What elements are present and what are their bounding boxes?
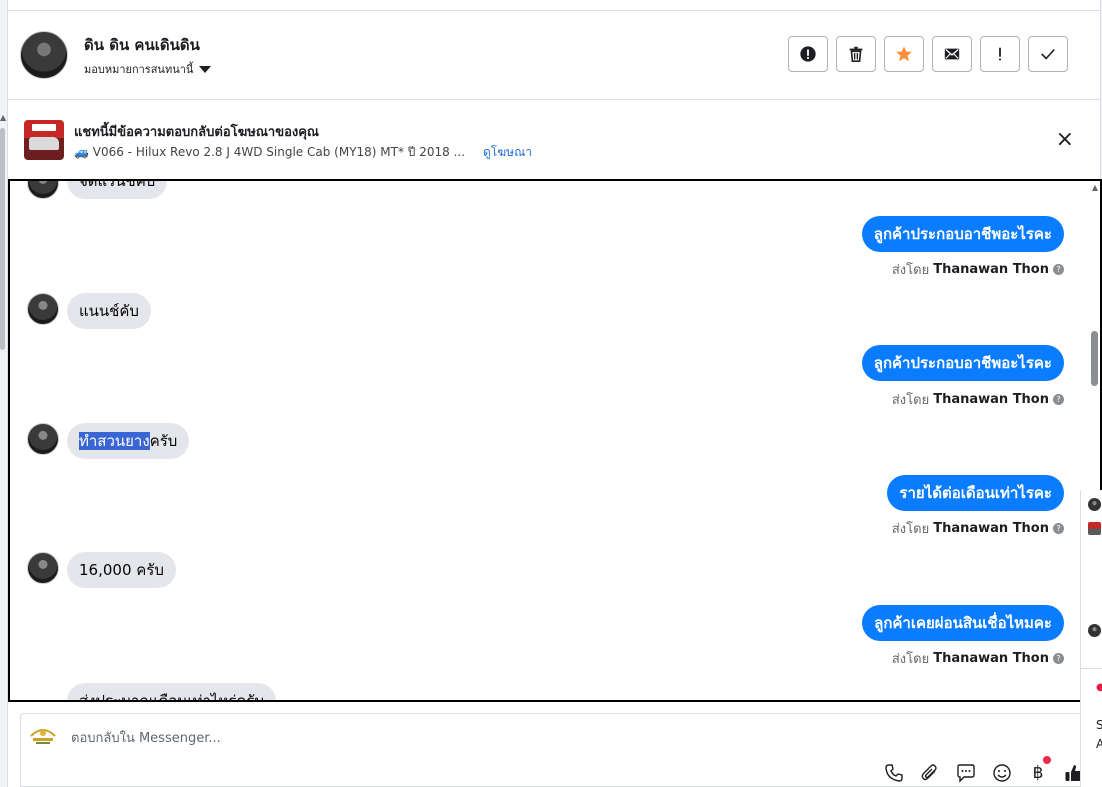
view-ad-link[interactable]: ดูโฆษณา [483,143,532,162]
emoji-button[interactable] [991,762,1013,784]
side-text-a: A [1096,737,1102,751]
star-button[interactable] [884,36,924,72]
incoming-message[interactable]: จัดแรนช์คับ [67,181,168,199]
composer-tools: ฿ [883,756,1085,784]
ad-description: 🚙 V066 - Hilux Revo 2.8 J 4WD Single Cab… [74,145,466,159]
contact-avatar[interactable] [20,31,68,79]
sent-by-name[interactable]: Thanawan Thon [933,392,1049,407]
message-text: ครับ [149,432,178,450]
side-avatar[interactable] [1088,624,1101,637]
delete-button[interactable] [836,36,876,72]
notification-dot [1043,756,1051,764]
important-icon [999,47,1001,61]
sent-by-name[interactable]: Thanawan Thon [933,651,1049,666]
sent-by-name[interactable]: Thanawan Thon [933,262,1049,277]
smile-icon [993,764,1011,782]
sent-by-prefix: ส่งโดย [891,522,930,537]
phone-icon [885,764,903,782]
mark-unread-button[interactable] [932,36,972,72]
sent-by-label: ส่งโดย Thanawan Thon ? [892,518,1064,539]
outgoing-message[interactable]: รายได้ต่อเดือนเท่าไรคะ [887,475,1064,511]
reply-composer: ฿ [20,713,1094,787]
conversation-header: ดิน ดิน คนเดินดิน มอบหมายการสนทนานี้ [8,11,1100,100]
help-icon[interactable]: ? [1053,264,1064,275]
ad-thumb-tag [32,124,56,131]
assign-conversation-dropdown[interactable]: มอบหมายการสนทนานี้ [84,60,212,78]
right-side-panel-partial: ● S A [1080,490,1102,787]
selected-text: ทำสวนยาง [79,432,150,450]
sender-avatar[interactable] [27,552,59,584]
ad-reply-banner: แชทนี้มีข้อความตอบกลับต่อโฆษณาของคุณ 🚙 V… [8,101,1100,179]
side-ad-thumbnail[interactable] [1088,522,1101,535]
thread-scrollbar-thumb[interactable] [1091,331,1098,386]
incoming-message[interactable]: แนนช์คับ [67,293,151,329]
sent-by-prefix: ส่งโดย [891,652,930,667]
page-logo-icon [30,729,56,744]
payment-button[interactable]: ฿ [1027,756,1051,784]
ad-thumb-car [29,137,59,150]
side-red-mark: ● [1096,682,1102,693]
incoming-message[interactable]: ทำสวนยางครับ [67,423,190,459]
message-thread[interactable]: จัดแรนช์คับ ลูกค้าประกอบอาชีพอะไรคะ ส่งโ… [8,179,1102,702]
conversation-panel: ดิน ดิน คนเดินดิน มอบหมายการสนทนานี้ แชท… [7,0,1102,787]
scroll-up-arrow[interactable]: ▲ [1092,183,1098,192]
left-scrollbar-thumb[interactable] [0,128,5,350]
important-button[interactable] [980,36,1020,72]
sender-avatar[interactable] [27,293,59,325]
chat-bubble-icon [957,764,975,783]
left-scroll-up-arrow[interactable]: ▲ [0,112,6,124]
baht-icon: ฿ [1032,763,1044,783]
sent-by-prefix: ส่งโดย [891,263,930,278]
sent-by-label: ส่งโดย Thanawan Thon ? [892,389,1064,410]
assign-label: มอบหมายการสนทนานี้ [84,63,194,76]
star-icon [896,46,912,62]
sent-by-label: ส่งโดย Thanawan Thon ? [892,648,1064,669]
help-icon[interactable]: ? [1053,394,1064,405]
ad-thumbnail[interactable] [24,120,64,160]
check-icon [1041,48,1055,60]
incoming-message[interactable]: ส่งประมาณเดือนเท่าไหร่ครับ [67,683,277,700]
contact-name[interactable]: ดิน ดิน คนเดินดิน [84,33,200,57]
sent-by-label: ส่งโดย Thanawan Thon ? [892,259,1064,280]
trash-icon [849,46,863,63]
attach-button[interactable] [919,762,941,784]
sent-by-prefix: ส่งโดย [891,393,930,408]
sent-by-name[interactable]: Thanawan Thon [933,521,1049,536]
close-icon[interactable]: × [1056,129,1074,151]
saved-replies-button[interactable] [955,762,977,784]
outgoing-message[interactable]: ลูกค้าเคยผ่อนสินเชื่อไหมคะ [862,605,1064,641]
incoming-message[interactable]: 16,000 ครับ [67,552,176,588]
ad-banner-title: แชทนี้มีข้อความตอบกลับต่อโฆษณาของคุณ [74,125,319,140]
side-text-s: S [1096,718,1102,732]
sender-avatar[interactable] [27,181,59,199]
outgoing-message[interactable]: ลูกค้าประกอบอาชีพอะไรคะ [861,345,1064,381]
side-avatar[interactable] [1088,498,1101,511]
help-icon[interactable]: ? [1053,523,1064,534]
caret-down-icon [199,65,212,73]
sender-avatar[interactable] [27,423,59,455]
mark-done-button[interactable] [1028,36,1068,72]
reply-input[interactable] [69,724,969,752]
report-button[interactable] [788,36,828,72]
paperclip-icon [921,764,937,781]
mail-icon [944,48,960,60]
call-button[interactable] [883,762,905,784]
help-icon[interactable]: ? [1053,653,1064,664]
outgoing-message[interactable]: ลูกค้าประกอบอาชีพอะไรคะ [861,216,1064,252]
ad-banner-subtitle-row: 🚙 V066 - Hilux Revo 2.8 J 4WD Single Cab… [74,143,532,162]
header-actions [788,36,1068,72]
report-icon [800,46,816,62]
